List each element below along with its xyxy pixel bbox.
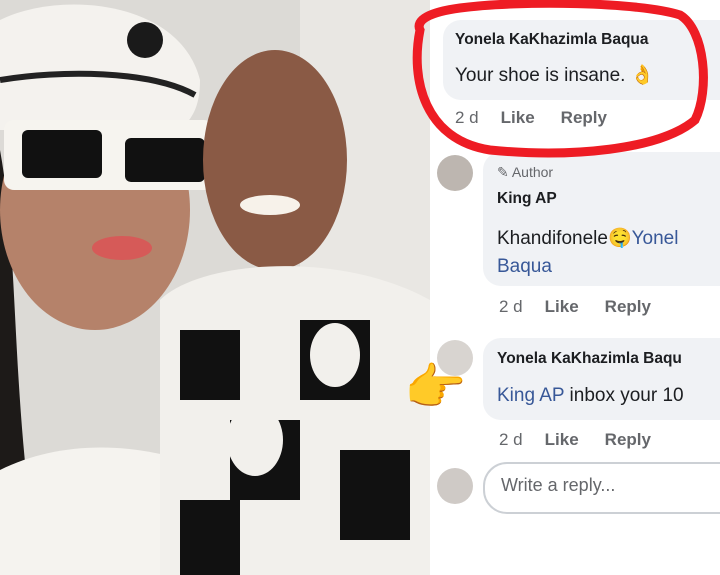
reply-input-container[interactable]	[483, 462, 720, 514]
comments-panel: Yonela KaKhazimla Baqua Your shoe is ins…	[433, 0, 720, 575]
couple-photo	[0, 0, 430, 575]
drooling-emoji-icon: 🤤	[607, 228, 632, 249]
comment-author-name[interactable]: King AP	[497, 190, 557, 208]
author-badge: ✎ Author	[497, 164, 554, 180]
reply-input[interactable]	[499, 474, 720, 497]
comment-timestamp: 2 d	[455, 108, 479, 127]
like-button[interactable]: Like	[545, 430, 579, 449]
like-button[interactable]: Like	[545, 297, 579, 316]
comment-text-part: Khandifonele	[497, 228, 608, 249]
comment-actions: 2 d Like Reply	[499, 430, 677, 450]
comment-timestamp: 2 d	[499, 430, 523, 449]
pointing-hand-icon: 👉	[404, 359, 467, 415]
photo	[0, 0, 430, 575]
reply-button[interactable]: Reply	[561, 108, 607, 127]
mention-link[interactable]: Yonel	[632, 228, 679, 249]
comment-actions: 2 d Like Reply	[499, 297, 677, 317]
comment-text: King AP inbox your 10	[497, 385, 684, 407]
avatar[interactable]	[437, 155, 473, 191]
comment-actions: 2 d Like Reply	[455, 108, 633, 128]
comment-timestamp: 2 d	[499, 297, 523, 316]
reply-button[interactable]: Reply	[605, 430, 651, 449]
avatar	[437, 468, 473, 504]
comment-text: Khandifonele🤤Yonel	[497, 226, 678, 250]
comment-text: Your shoe is insane. 👌	[455, 65, 655, 86]
comment-author-name[interactable]: Yonela KaKhazimla Baqua	[455, 31, 649, 49]
reply-button[interactable]: Reply	[605, 297, 651, 316]
comment-author-name[interactable]: Yonela KaKhazimla Baqu	[497, 350, 682, 368]
comment-text-part: inbox your 10	[564, 385, 684, 406]
mention-link[interactable]: Baqua	[497, 256, 552, 278]
like-button[interactable]: Like	[501, 108, 535, 127]
mention-link[interactable]: King AP	[497, 385, 564, 406]
